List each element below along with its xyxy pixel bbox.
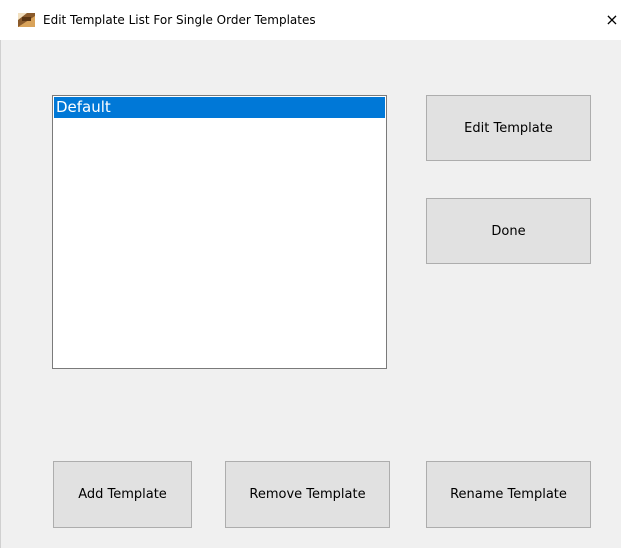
template-listbox[interactable]: Default (52, 95, 387, 369)
window-border (0, 40, 1, 548)
rename-template-button[interactable]: Rename Template (426, 461, 591, 528)
close-icon[interactable]: × (603, 9, 621, 31)
edit-template-button[interactable]: Edit Template (426, 95, 591, 161)
remove-template-button[interactable]: Remove Template (225, 461, 390, 528)
add-template-button[interactable]: Add Template (53, 461, 192, 528)
list-item-default[interactable]: Default (54, 97, 385, 118)
dialog-window: Edit Template List For Single Order Temp… (0, 0, 621, 548)
app-icon (18, 13, 35, 27)
title-bar: Edit Template List For Single Order Temp… (0, 0, 621, 40)
done-button[interactable]: Done (426, 198, 591, 264)
window-title: Edit Template List For Single Order Temp… (43, 13, 316, 27)
